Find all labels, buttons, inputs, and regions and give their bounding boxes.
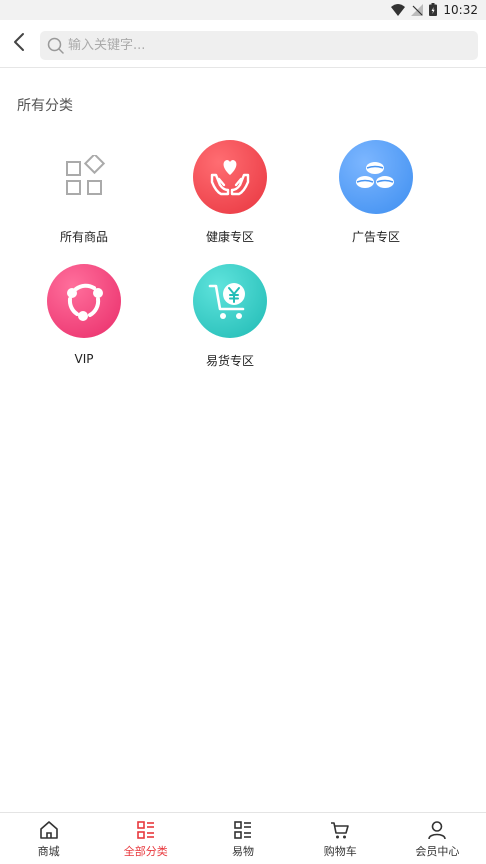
user-icon bbox=[426, 819, 448, 841]
chevron-left-icon bbox=[12, 32, 26, 56]
search-input[interactable] bbox=[68, 38, 448, 53]
category-label: 健康专区 bbox=[205, 230, 254, 244]
category-label: 广告专区 bbox=[351, 230, 400, 244]
home-icon bbox=[38, 819, 60, 841]
grid-shapes-icon bbox=[47, 140, 121, 214]
nav-label: 会员中心 bbox=[415, 844, 460, 858]
status-icons: 10:32 bbox=[391, 2, 478, 18]
category-barter-zone[interactable]: 易货专区 bbox=[170, 264, 290, 369]
back-button[interactable] bbox=[6, 30, 32, 58]
status-bar: 10:32 bbox=[0, 0, 486, 20]
exchange-list-icon bbox=[232, 819, 254, 841]
nav-item-home[interactable]: 商城 bbox=[0, 813, 97, 864]
category-ad-zone[interactable]: 广告专区 bbox=[316, 140, 436, 245]
category-all-products[interactable]: 所有商品 bbox=[24, 140, 144, 245]
bottom-nav: 商城 全部分类 易物 购物车 会员中心 bbox=[0, 812, 486, 864]
category-label: 易货专区 bbox=[205, 354, 254, 368]
status-time: 10:32 bbox=[443, 3, 478, 17]
coffee-beans-icon bbox=[339, 140, 413, 214]
battery-icon bbox=[429, 1, 438, 20]
nav-item-member-center[interactable]: 会员中心 bbox=[389, 813, 486, 864]
nav-label: 商城 bbox=[37, 844, 60, 858]
nav-label: 购物车 bbox=[323, 844, 357, 858]
category-vip[interactable]: VIP bbox=[24, 264, 144, 366]
category-health-zone[interactable]: 健康专区 bbox=[170, 140, 290, 245]
nav-label: 全部分类 bbox=[123, 844, 168, 858]
cart-yen-icon bbox=[193, 264, 267, 338]
heart-hands-icon bbox=[193, 140, 267, 214]
category-list-icon bbox=[135, 819, 157, 841]
nav-item-barter[interactable]: 易物 bbox=[194, 813, 291, 864]
search-icon bbox=[46, 37, 64, 55]
wifi-icon bbox=[391, 1, 406, 20]
top-bar bbox=[0, 20, 486, 68]
link-nodes-icon bbox=[47, 264, 121, 338]
category-label: 所有商品 bbox=[59, 230, 108, 244]
signal-icon bbox=[411, 1, 424, 20]
section-title: 所有分类 bbox=[17, 98, 73, 114]
nav-item-all-categories[interactable]: 全部分类 bbox=[97, 813, 194, 864]
category-label: VIP bbox=[74, 352, 94, 366]
nav-label: 易物 bbox=[232, 844, 254, 858]
nav-item-cart[interactable]: 购物车 bbox=[292, 813, 389, 864]
search-box[interactable] bbox=[40, 31, 478, 60]
cart-icon bbox=[329, 819, 351, 841]
